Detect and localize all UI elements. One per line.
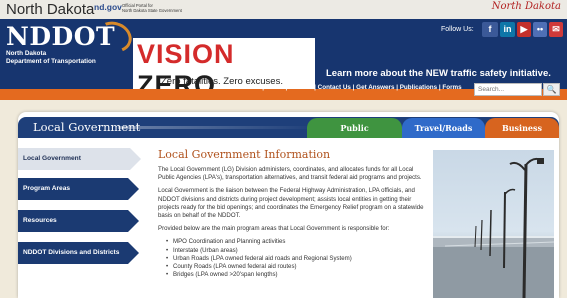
program-areas-intro: Provided below are the main program area… bbox=[158, 225, 390, 233]
official-portal-text: Official Portal for North Dakota State G… bbox=[122, 3, 182, 13]
search-icon[interactable]: 🔍 bbox=[543, 83, 560, 96]
top-nav-links[interactable]: Home | About | Careers | Contact Us | Ge… bbox=[243, 84, 462, 91]
sidebar-item-label: Local Government bbox=[23, 155, 81, 162]
list-item: Interstate (Urban areas) bbox=[166, 247, 426, 255]
nddot-logo[interactable]: NDDOT North Dakota Department of Transpo… bbox=[6, 16, 137, 78]
follow-us-label: Follow Us: bbox=[441, 26, 474, 33]
street-lights-photo bbox=[433, 150, 554, 298]
youtube-icon[interactable]: ▶ bbox=[517, 22, 531, 37]
flickr-icon[interactable]: •• bbox=[533, 22, 547, 37]
main-content: Local Government Information The Local G… bbox=[158, 148, 426, 279]
ndgov-logo[interactable]: nd.gov bbox=[94, 2, 122, 12]
facebook-icon[interactable]: f bbox=[482, 22, 498, 37]
titlebar-stripe bbox=[118, 126, 318, 129]
sidebar-item-label: Resources bbox=[23, 217, 57, 224]
street-lights-image bbox=[433, 157, 554, 298]
north-dakota-brand-logo[interactable]: North Dakota bbox=[492, 1, 561, 12]
email-icon[interactable]: ✉ bbox=[549, 22, 563, 37]
sidebar-arrow-icon bbox=[128, 178, 139, 200]
page-title: Local Government Information bbox=[158, 148, 331, 161]
tab-business[interactable]: Business bbox=[485, 118, 559, 138]
list-item: MPO Coordination and Planning activities bbox=[166, 238, 426, 246]
sidebar-arrow-icon bbox=[130, 148, 141, 170]
list-item: County Roads (LPA owned federal aid rout… bbox=[166, 263, 426, 271]
liaison-paragraph: Local Government is the liaison between … bbox=[158, 187, 424, 220]
state-name[interactable]: North Dakota bbox=[6, 1, 94, 18]
logo-line-2: Department of Transportation bbox=[6, 58, 96, 65]
learn-more-link[interactable]: Learn more about the NEW traffic safety … bbox=[326, 68, 551, 79]
sidebar-item-divisions-districts[interactable]: NDDOT Divisions and Districts bbox=[18, 242, 139, 264]
tab-travel-roads[interactable]: Travel/Roads bbox=[402, 118, 485, 138]
program-areas-list: MPO Coordination and Planning activities… bbox=[166, 238, 426, 279]
sidebar-item-local-government[interactable]: Local Government bbox=[18, 148, 141, 170]
page: North Dakota nd.gov Official Portal for … bbox=[0, 0, 567, 298]
sidebar-arrow-icon bbox=[128, 210, 139, 232]
sidebar-item-label: NDDOT Divisions and Districts bbox=[23, 249, 120, 256]
sidebar-item-program-areas[interactable]: Program Areas bbox=[18, 178, 139, 200]
sidebar-item-resources[interactable]: Resources bbox=[18, 210, 139, 232]
linkedin-icon[interactable]: in bbox=[500, 22, 515, 37]
sidebar-arrow-icon bbox=[128, 242, 139, 264]
logo-line-1: North Dakota bbox=[6, 50, 47, 57]
tab-public[interactable]: Public bbox=[307, 118, 402, 138]
vision-word: VISION bbox=[137, 39, 235, 69]
list-item: Bridges (LPA owned >20'span lengths) bbox=[166, 271, 426, 279]
search-input[interactable] bbox=[474, 83, 542, 96]
portal-line-2: North Dakota State Government bbox=[122, 8, 182, 13]
intro-paragraph: The Local Government (LG) Division admin… bbox=[158, 166, 422, 182]
sidebar-item-label: Program Areas bbox=[23, 185, 71, 192]
list-item: Urban Roads (LPA owned federal aid roads… bbox=[166, 255, 426, 263]
state-portal-bar: North Dakota nd.gov Official Portal for … bbox=[0, 0, 567, 19]
